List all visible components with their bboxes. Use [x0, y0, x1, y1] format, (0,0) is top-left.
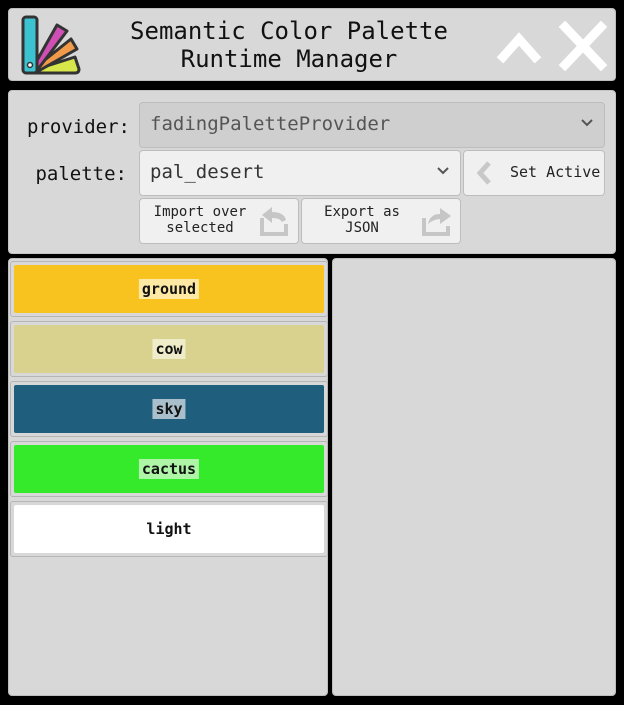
- color-name: cow: [152, 339, 186, 359]
- provider-value: fadingPaletteProvider: [150, 113, 391, 135]
- import-over-selected-button[interactable]: Import over selected: [139, 198, 299, 244]
- palette-label: palette:: [35, 163, 127, 185]
- window-title-line2: Runtime Manager: [180, 45, 398, 73]
- export-json-button[interactable]: Export as JSON: [301, 198, 461, 244]
- export-label: Export as JSON: [308, 204, 416, 236]
- import-label: Import over selected: [146, 204, 254, 236]
- window-title: Semantic Color Palette Runtime Manager: [109, 17, 469, 73]
- provider-select[interactable]: fadingPaletteProvider: [139, 102, 605, 148]
- title-bar: Semantic Color Palette Runtime Manager: [8, 8, 616, 81]
- close-icon: [558, 21, 608, 71]
- import-label-line2: selected: [166, 220, 234, 236]
- color-name: sky: [152, 399, 186, 419]
- export-arrow-icon: [422, 208, 451, 236]
- color-name: cactus: [138, 459, 200, 479]
- chevron-down-icon: [581, 119, 593, 127]
- chevron-down-icon: [437, 167, 449, 175]
- color-list: ground cow sky cactus light: [8, 258, 328, 696]
- import-label-line1: Import over: [153, 204, 247, 220]
- color-detail-panel: [332, 258, 616, 696]
- set-active-button[interactable]: Set Active: [463, 150, 605, 196]
- color-name: light: [143, 519, 195, 539]
- close-button[interactable]: [555, 21, 611, 71]
- palette-controls: provider: fadingPaletteProvider palette:…: [8, 90, 616, 254]
- color-item-light[interactable]: light: [10, 501, 328, 557]
- palette-select[interactable]: pal_desert: [139, 150, 461, 196]
- palette-fan-icon: [21, 15, 81, 75]
- export-label-line2: JSON: [345, 220, 379, 236]
- color-item-cow[interactable]: cow: [10, 321, 328, 377]
- set-active-label: Set Active: [510, 163, 601, 181]
- color-item-sky[interactable]: sky: [10, 381, 328, 437]
- color-name: ground: [138, 279, 200, 299]
- collapse-button[interactable]: [489, 23, 549, 69]
- provider-label: provider:: [27, 116, 130, 138]
- palette-value: pal_desert: [150, 161, 265, 183]
- import-arrow-icon: [260, 207, 288, 236]
- chevron-up-icon: [496, 32, 542, 64]
- color-item-cactus[interactable]: cactus: [10, 441, 328, 497]
- window-title-line1: Semantic Color Palette: [130, 17, 448, 45]
- export-label-line1: Export as: [324, 204, 400, 220]
- color-item-ground[interactable]: ground: [10, 261, 328, 317]
- chevron-left-icon: [476, 161, 491, 185]
